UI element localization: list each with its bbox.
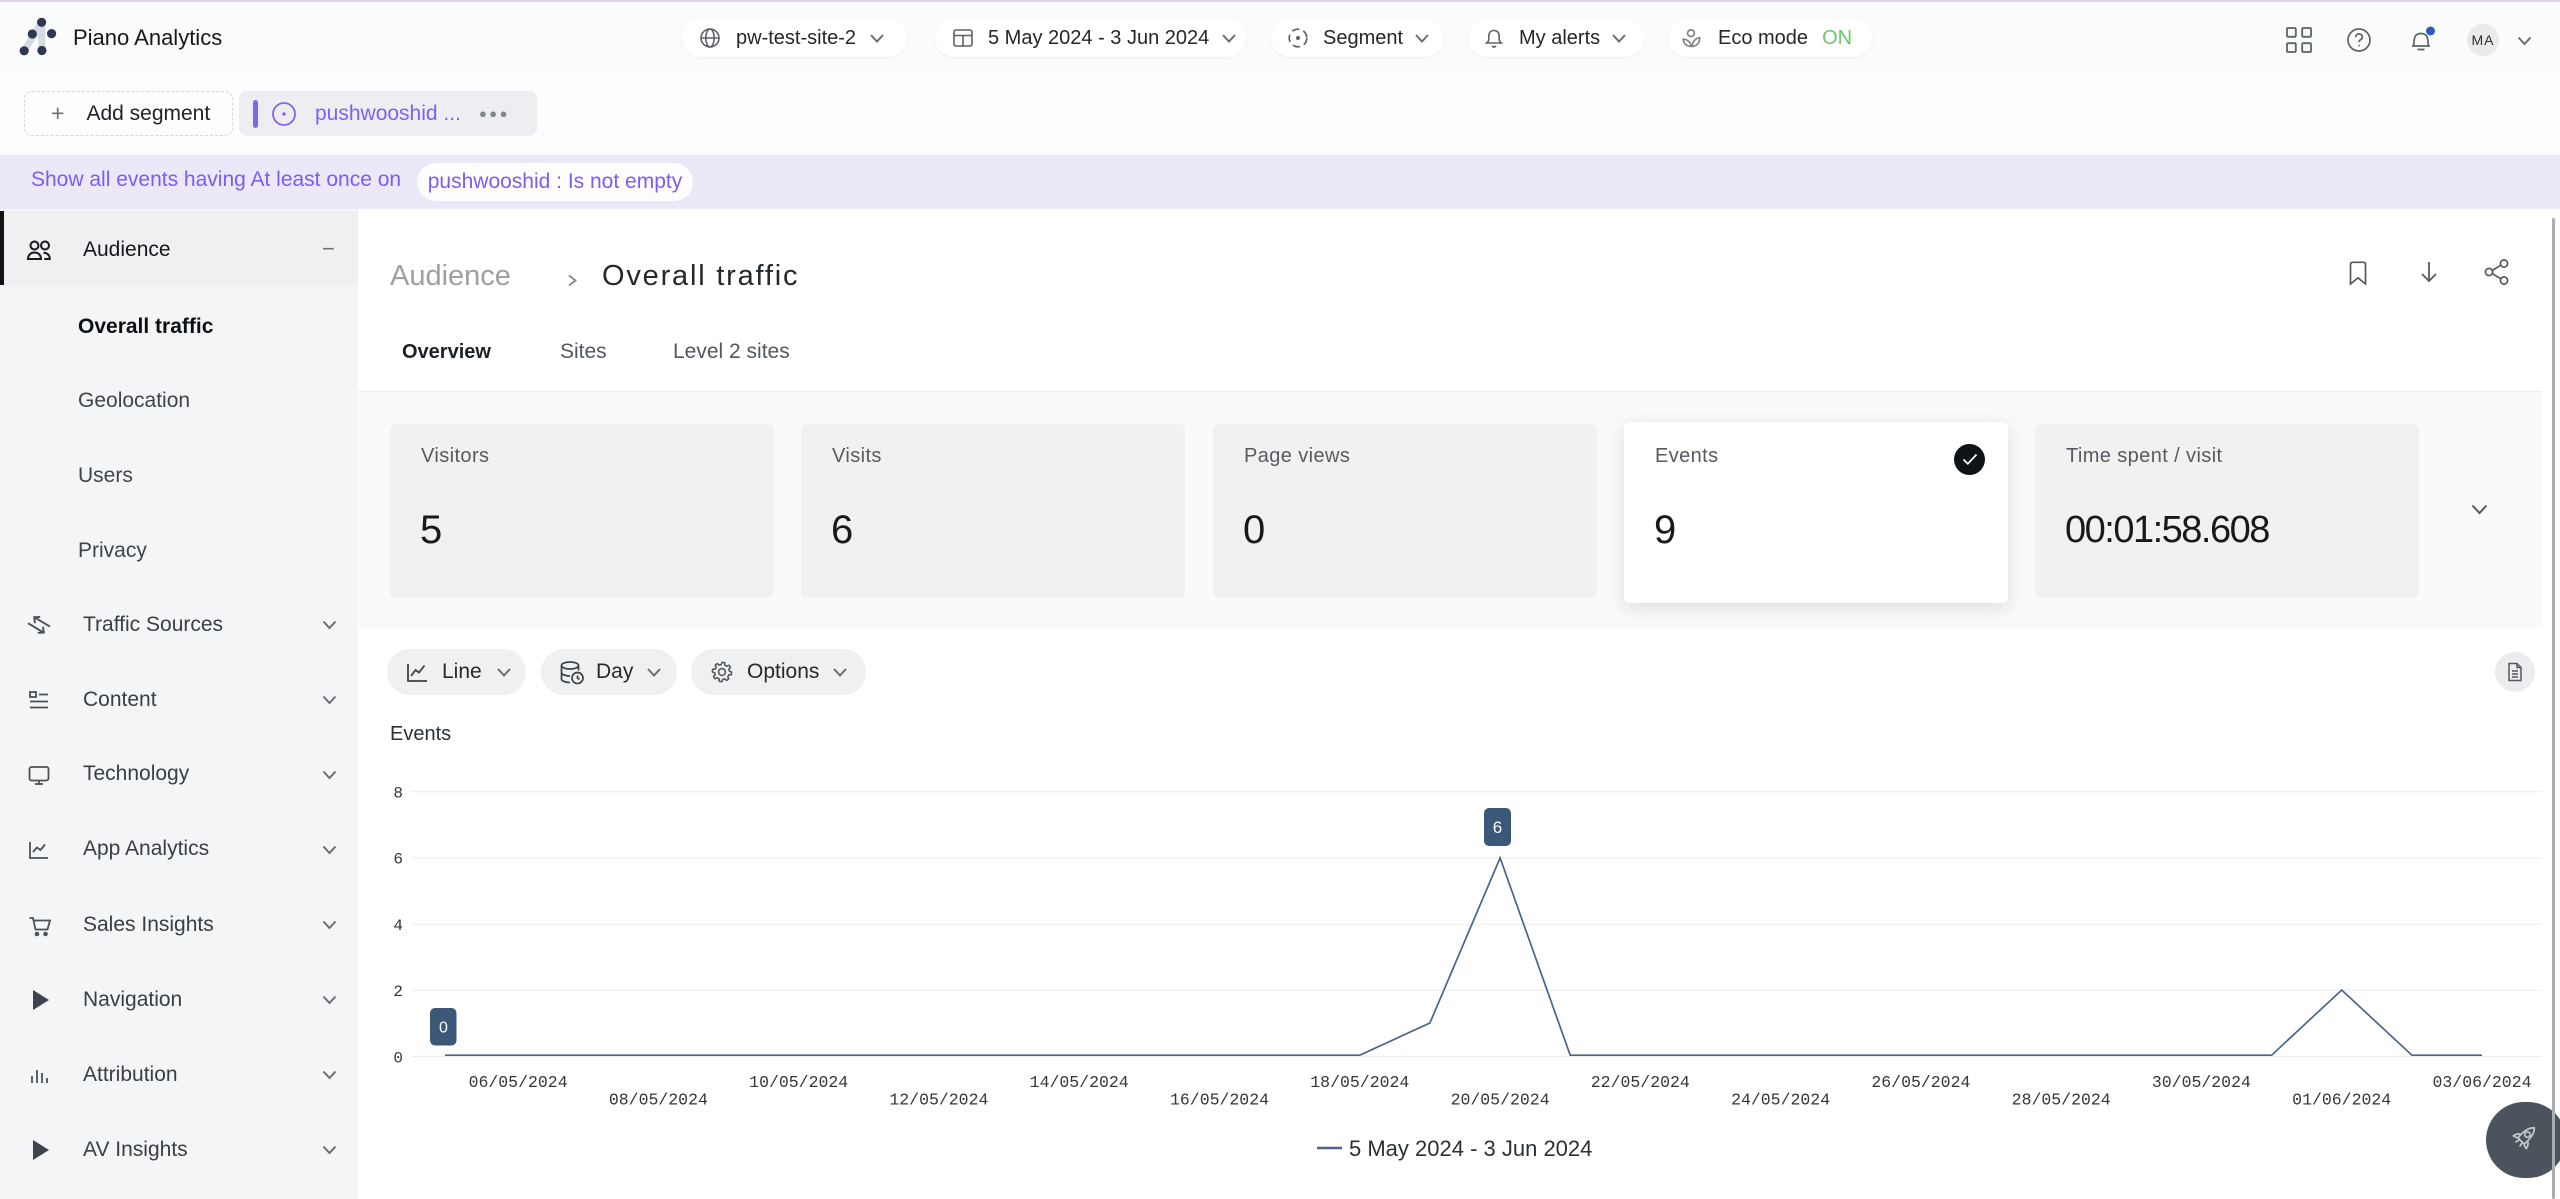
svg-text:5 May 2024 - 3 Jun 2024: 5 May 2024 - 3 Jun 2024 (1349, 1136, 1592, 1161)
svg-text:12/05/2024: 12/05/2024 (889, 1091, 988, 1110)
svg-text:01/06/2024: 01/06/2024 (2292, 1091, 2391, 1110)
svg-text:28/05/2024: 28/05/2024 (2012, 1091, 2111, 1110)
svg-text:20/05/2024: 20/05/2024 (1451, 1091, 1550, 1110)
svg-text:03/06/2024: 03/06/2024 (2432, 1073, 2531, 1092)
svg-text:14/05/2024: 14/05/2024 (1030, 1073, 1129, 1092)
svg-text:16/05/2024: 16/05/2024 (1170, 1091, 1269, 1110)
svg-text:0: 0 (393, 1049, 403, 1067)
svg-text:22/05/2024: 22/05/2024 (1591, 1073, 1690, 1092)
svg-text:6: 6 (1493, 818, 1502, 837)
svg-text:06/05/2024: 06/05/2024 (469, 1073, 568, 1092)
svg-text:4: 4 (393, 917, 403, 935)
svg-text:18/05/2024: 18/05/2024 (1310, 1073, 1409, 1092)
svg-text:24/05/2024: 24/05/2024 (1731, 1091, 1830, 1110)
svg-text:26/05/2024: 26/05/2024 (1871, 1073, 1970, 1092)
svg-text:2: 2 (393, 983, 403, 1001)
svg-text:10/05/2024: 10/05/2024 (749, 1073, 848, 1092)
svg-text:08/05/2024: 08/05/2024 (609, 1091, 708, 1110)
svg-text:0: 0 (439, 1020, 448, 1037)
svg-text:8: 8 (393, 785, 403, 803)
svg-text:6: 6 (393, 851, 403, 869)
svg-text:30/05/2024: 30/05/2024 (2152, 1073, 2251, 1092)
